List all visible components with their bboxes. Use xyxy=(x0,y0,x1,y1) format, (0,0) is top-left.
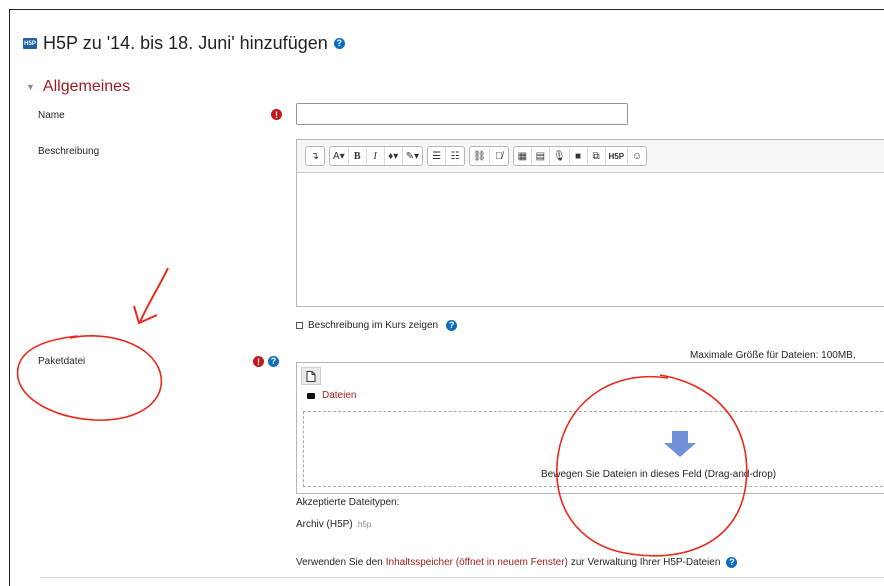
emoji-icon[interactable]: ☺ xyxy=(628,147,646,165)
editor-toolbar: ↴ A▾ B I ♦▾ ✎▾ ☰ ☷ ⛓ ⛓̸ ▦ ▤ 🎙 ■ ⧉ H5P ☺ xyxy=(297,140,884,173)
show-description-checkbox[interactable] xyxy=(296,322,303,329)
required-icon: ! xyxy=(253,356,264,367)
accepted-type-item: Archiv (H5P) .h5p xyxy=(296,519,371,530)
max-file-size: Maximale Größe für Dateien: 100MB, xyxy=(690,350,856,361)
description-label: Beschreibung xyxy=(38,146,100,157)
section-general[interactable]: ▼ Allgemeines xyxy=(26,78,130,96)
hint-prefix: Verwenden Sie den xyxy=(296,557,383,568)
font-color-icon[interactable]: ♦▾ xyxy=(385,147,403,165)
font-style-icon[interactable]: A▾ xyxy=(330,147,349,165)
folder-breadcrumb[interactable]: Dateien xyxy=(307,390,356,401)
package-file-label: Paketdatei xyxy=(38,356,86,367)
folder-icon xyxy=(307,392,315,399)
required-icon: ! xyxy=(271,109,282,120)
page-title: H5P H5P zu '14. bis 18. Juni' hinzufügen… xyxy=(23,33,345,54)
divider xyxy=(40,577,884,578)
page-title-text: H5P zu '14. bis 18. Juni' hinzufügen xyxy=(43,33,328,53)
numbered-list-icon[interactable]: ☷ xyxy=(446,147,464,165)
italic-icon[interactable]: I xyxy=(367,147,385,165)
h5p-module-icon: H5P xyxy=(23,38,37,49)
help-icon[interactable]: ? xyxy=(268,356,279,367)
file-icon xyxy=(306,370,316,382)
name-input[interactable] xyxy=(296,103,628,125)
manage-files-icon[interactable]: ⧉ xyxy=(588,147,606,165)
hint-suffix: zur Verwaltung Ihrer H5P-Dateien xyxy=(570,557,721,568)
archive-extension: .h5p xyxy=(355,520,372,529)
link-icon[interactable]: ⛓ xyxy=(470,147,490,165)
content-bank-hint: Verwenden Sie den Inhaltsspeicher (öffne… xyxy=(296,557,738,568)
show-description-checkbox-row[interactable]: Beschreibung im Kurs zeigen ? xyxy=(296,320,458,331)
help-icon[interactable]: ? xyxy=(333,38,345,49)
image-icon[interactable]: ▦ xyxy=(514,147,532,165)
add-file-button[interactable] xyxy=(301,367,321,385)
file-picker: Dateien Bewegen Sie Dateien in dieses Fe… xyxy=(296,362,884,494)
bold-icon[interactable]: B xyxy=(349,147,367,165)
name-label: Name xyxy=(38,110,65,121)
show-description-label: Beschreibung im Kurs zeigen xyxy=(308,320,439,331)
media-icon[interactable]: ▤ xyxy=(532,147,550,165)
microphone-icon[interactable]: 🎙 xyxy=(550,147,570,165)
help-icon[interactable]: ? xyxy=(726,557,738,568)
help-icon[interactable]: ? xyxy=(446,320,458,331)
h5p-icon[interactable]: H5P xyxy=(606,147,629,165)
bullet-list-icon[interactable]: ☰ xyxy=(428,147,447,165)
section-general-label: Allgemeines xyxy=(42,78,131,95)
drop-arrow-icon xyxy=(664,431,696,457)
chevron-down-icon[interactable]: ▼ xyxy=(26,82,35,92)
video-camera-icon[interactable]: ■ xyxy=(570,147,588,165)
accepted-types-label: Akzeptierte Dateitypen: xyxy=(296,497,400,508)
archive-type-label: Archiv (H5P) xyxy=(296,519,353,530)
content-bank-link[interactable]: Inhaltsspeicher (öffnet in neuem Fenster… xyxy=(386,557,568,568)
background-color-icon[interactable]: ✎▾ xyxy=(403,147,422,165)
folder-link[interactable]: Dateien xyxy=(322,390,356,401)
editor-content-area[interactable] xyxy=(297,173,884,307)
description-editor[interactable]: ↴ A▾ B I ♦▾ ✎▾ ☰ ☷ ⛓ ⛓̸ ▦ ▤ 🎙 ■ ⧉ H5P ☺ xyxy=(296,139,884,307)
dropzone-text: Bewegen Sie Dateien in dieses Feld (Drag… xyxy=(541,469,777,480)
show-more-icon[interactable]: ↴ xyxy=(306,147,324,165)
unlink-icon[interactable]: ⛓̸ xyxy=(490,147,508,165)
